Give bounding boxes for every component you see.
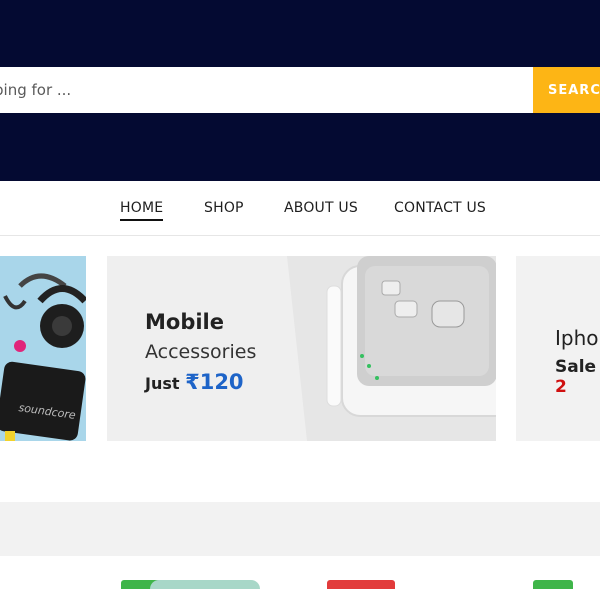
sale-prefix: Sale [555,357,597,377]
nav-item-home[interactable]: HOME [120,200,164,221]
header-bar: SEARCH [0,0,600,181]
banner-mobile-accessories[interactable]: Mobile Accessories Just ₹120 [107,256,496,441]
banner-title: Mobile [145,310,224,334]
product-badge [327,580,395,589]
banner-price: Just ₹120 [145,370,244,394]
banner-audio[interactable]: soundcore [0,256,86,441]
product-image-top [150,580,260,589]
banner-sale: Sale 2 [555,357,600,397]
nav-item-shop[interactable]: SHOP [204,200,244,216]
banner-iphone[interactable]: Ipho Sale 2 [516,256,600,441]
main-nav: HOME SHOP ABOUT US CONTACT US [0,181,600,236]
section-divider-band [0,502,600,556]
search-bar: SEARCH [0,67,600,113]
banner-title: Ipho [555,326,599,350]
banner-subtitle: Accessories [145,341,257,363]
search-input[interactable] [0,67,533,113]
price-value: ₹120 [185,370,244,394]
search-button[interactable]: SEARCH [533,67,600,113]
price-prefix: Just [145,374,180,393]
product-badge [533,580,573,589]
nav-item-contact-us[interactable]: CONTACT US [394,200,486,216]
sale-value: 2 [555,377,567,397]
headphones-speaker-image: soundcore [0,256,86,441]
nav-item-about-us[interactable]: ABOUT US [284,200,358,216]
